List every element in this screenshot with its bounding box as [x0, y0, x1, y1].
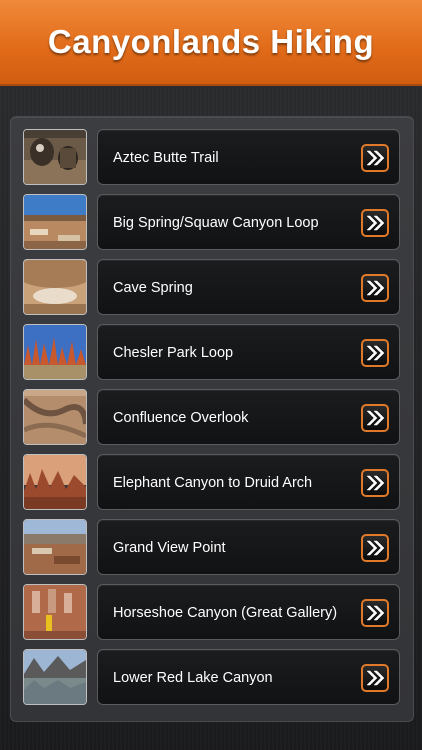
trail-button[interactable]: Aztec Butte Trail: [97, 129, 400, 185]
trail-row[interactable]: Grand View Point: [23, 519, 400, 575]
double-chevron-right-icon[interactable]: [361, 274, 389, 302]
trail-row[interactable]: Big Spring/Squaw Canyon Loop: [23, 194, 400, 250]
trail-name: Lower Red Lake Canyon: [113, 670, 273, 686]
trail-name: Aztec Butte Trail: [113, 150, 219, 166]
trail-thumbnail: [23, 129, 87, 185]
app-title: Canyonlands Hiking: [47, 23, 375, 60]
trail-button[interactable]: Grand View Point: [97, 519, 400, 575]
trail-thumbnail: [23, 584, 87, 640]
trail-name: Grand View Point: [113, 540, 226, 556]
trail-button[interactable]: Horseshoe Canyon (Great Gallery): [97, 584, 400, 640]
trail-button[interactable]: Confluence Overlook: [97, 389, 400, 445]
trail-name: Horseshoe Canyon (Great Gallery): [113, 605, 338, 621]
double-chevron-right-icon[interactable]: [361, 209, 389, 237]
trail-thumbnail: [23, 324, 87, 380]
trail-name: Confluence Overlook: [113, 410, 249, 426]
trail-name: Chesler Park Loop: [113, 345, 234, 361]
trail-thumbnail: [23, 454, 87, 510]
app-header: Canyonlands Hiking: [0, 0, 422, 86]
trail-button[interactable]: Chesler Park Loop: [97, 324, 400, 380]
trail-row[interactable]: Confluence Overlook: [23, 389, 400, 445]
double-chevron-right-icon[interactable]: [361, 469, 389, 497]
trail-name: Elephant Canyon to Druid Arch: [113, 475, 313, 491]
trail-row[interactable]: Cave Spring: [23, 259, 400, 315]
trail-name: Cave Spring: [113, 280, 193, 296]
double-chevron-right-icon[interactable]: [361, 599, 389, 627]
trail-button[interactable]: Lower Red Lake Canyon: [97, 649, 400, 705]
trail-button[interactable]: Big Spring/Squaw Canyon Loop: [97, 194, 400, 250]
double-chevron-right-icon[interactable]: [361, 339, 389, 367]
trail-row[interactable]: Horseshoe Canyon (Great Gallery): [23, 584, 400, 640]
trail-name: Big Spring/Squaw Canyon Loop: [113, 215, 319, 231]
trail-thumbnail: [23, 194, 87, 250]
trail-row[interactable]: Chesler Park Loop: [23, 324, 400, 380]
trail-thumbnail: [23, 389, 87, 445]
trail-row[interactable]: Lower Red Lake Canyon: [23, 649, 400, 705]
double-chevron-right-icon[interactable]: [361, 534, 389, 562]
trail-thumbnail: [23, 519, 87, 575]
double-chevron-right-icon[interactable]: [361, 664, 389, 692]
trail-button[interactable]: Cave Spring: [97, 259, 400, 315]
trail-button[interactable]: Elephant Canyon to Druid Arch: [97, 454, 400, 510]
trail-row[interactable]: Elephant Canyon to Druid Arch: [23, 454, 400, 510]
trail-thumbnail: [23, 259, 87, 315]
trail-thumbnail: [23, 649, 87, 705]
double-chevron-right-icon[interactable]: [361, 404, 389, 432]
double-chevron-right-icon[interactable]: [361, 144, 389, 172]
trail-row[interactable]: Aztec Butte Trail: [23, 129, 400, 185]
